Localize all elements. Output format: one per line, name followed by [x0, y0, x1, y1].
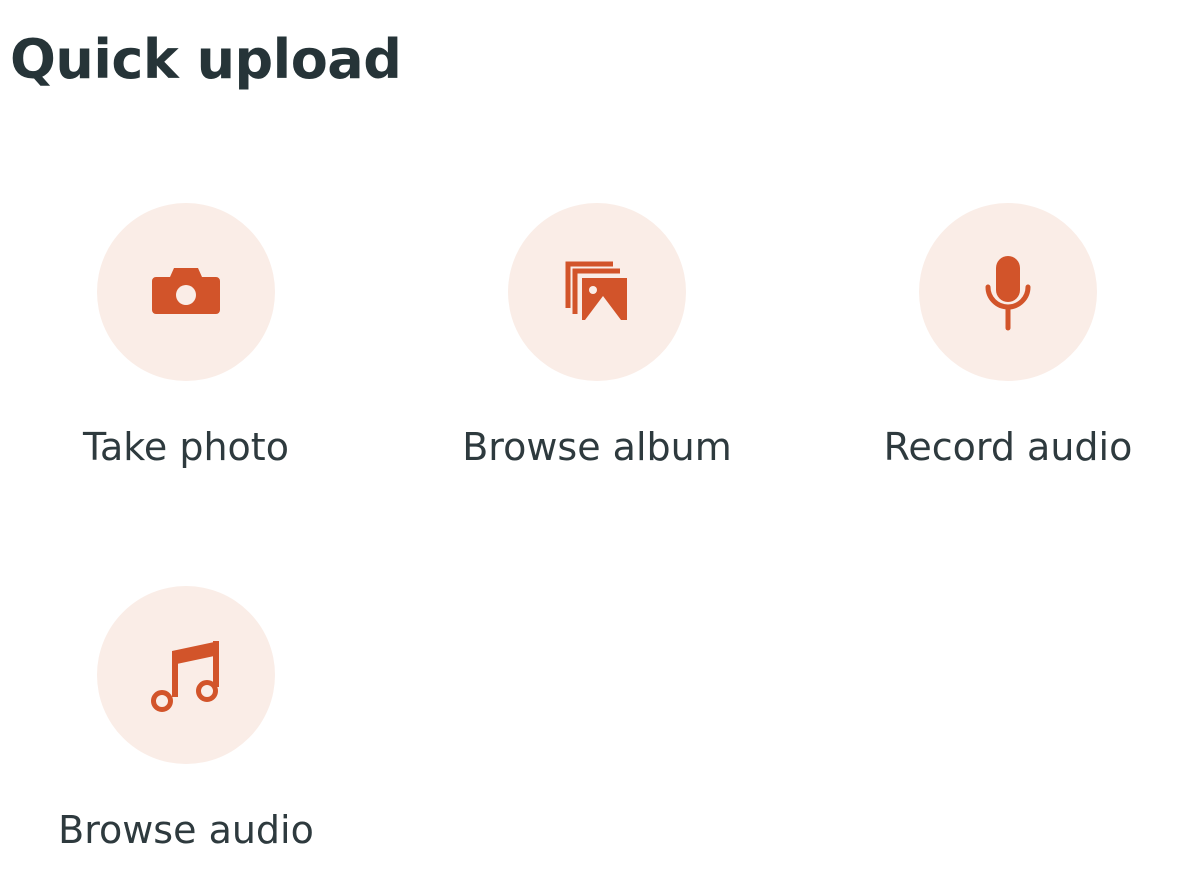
take-photo-circle	[97, 203, 275, 381]
microphone-icon	[985, 256, 1031, 331]
camera-icon	[152, 268, 220, 314]
photo-album-icon	[565, 261, 627, 320]
browse-album-circle	[508, 203, 686, 381]
music-note-icon	[151, 641, 219, 712]
browse-album-label: Browse album	[462, 425, 732, 469]
take-photo-button[interactable]: Take photo	[26, 203, 346, 471]
browse-audio-label: Browse audio	[58, 808, 314, 852]
record-audio-button[interactable]: Record audio	[848, 203, 1168, 471]
browse-audio-button[interactable]: Browse audio	[26, 586, 346, 854]
record-audio-label: Record audio	[883, 425, 1133, 469]
browse-audio-circle	[97, 586, 275, 764]
record-audio-circle	[919, 203, 1097, 381]
browse-album-button[interactable]: Browse album	[437, 203, 757, 471]
quick-upload-page: Quick upload Take photo Browse album Rec…	[0, 0, 1178, 878]
take-photo-label: Take photo	[83, 425, 289, 469]
quick-upload-actions: Take photo Browse album Record audio Bro…	[0, 0, 1178, 878]
